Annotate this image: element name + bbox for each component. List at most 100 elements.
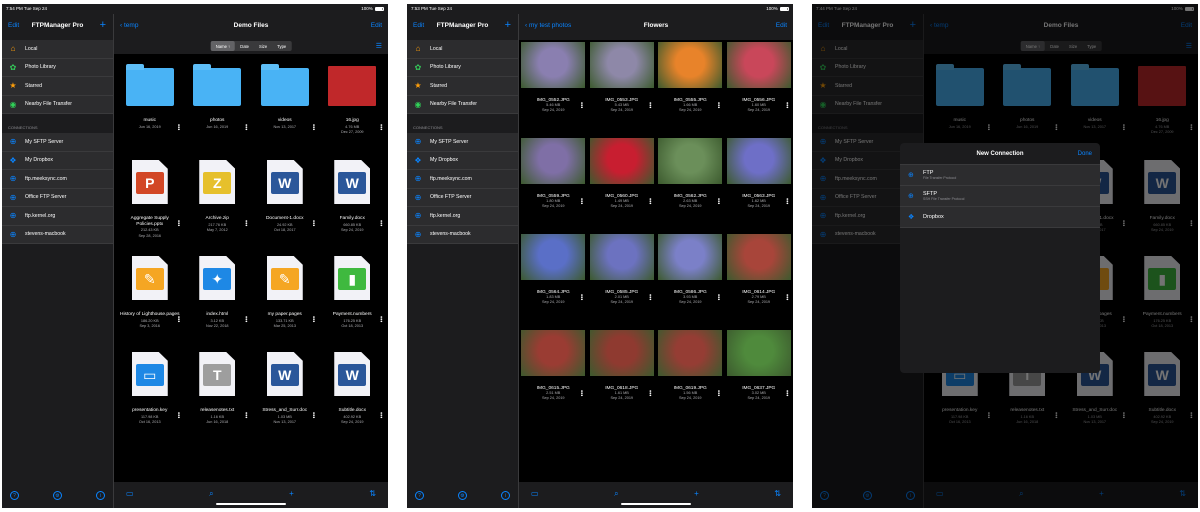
more-icon[interactable]: ••• [310,316,316,322]
list-view-icon[interactable]: ☰ [376,42,382,50]
sidebar-item[interactable]: ✿ Photo Library [407,59,518,77]
file-item[interactable]: musicJun 16, 2019 ••• [118,58,182,154]
more-icon[interactable]: ••• [310,124,316,130]
sidebar-item[interactable]: ★ Starred [407,77,518,96]
file-item[interactable]: ✦ index.html3.12 KBNov 22, 2018 ••• [186,250,250,346]
file-item[interactable]: videosNov 13, 2017 ••• [253,58,317,154]
connection-type-option[interactable]: ⊕ FTP File Transfer Protocol [900,165,1100,186]
file-item[interactable]: ▮ Payment.numbers176.25 KBOct 18, 2013 ••• [321,250,385,346]
more-icon[interactable]: ••• [578,198,584,204]
file-item[interactable]: Z Archive.zip217.76 KBMay 7, 2012 ••• [186,154,250,250]
edit-button[interactable]: Edit [371,22,382,29]
file-item[interactable]: photosJun 16, 2019 ••• [186,58,250,154]
connection-type-option[interactable]: ❖ Dropbox [900,207,1100,228]
sidebar-item-connection[interactable]: ⊕ ftp.kernel.org [2,207,113,226]
sidebar-item[interactable]: ◉ Nearby File Transfer [2,96,113,114]
search-icon[interactable]: ⌕ [209,489,213,501]
gear-icon[interactable]: ⚙ [53,491,62,500]
more-icon[interactable]: ••• [715,102,721,108]
file-item[interactable]: W Subtitle.docx402.92 KBSep 24, 2019 ••• [321,346,385,442]
file-item[interactable]: W Document-1.docx24.92 KBOct 18, 2017 ••• [253,154,317,250]
gear-icon[interactable]: ⚙ [458,491,467,500]
file-item[interactable]: 16.jpg4.76 MBDec 27, 2009 ••• [321,58,385,154]
more-icon[interactable]: ••• [783,390,789,396]
more-icon[interactable]: ••• [175,316,181,322]
more-icon[interactable]: ••• [377,124,383,130]
sidebar-toggle-icon[interactable]: ▭ [531,489,539,501]
file-item[interactable]: ✎ my paper.pages133.71 KBMar 25, 2013 ••• [253,250,317,346]
connection-type-option[interactable]: ⊕ SFTP SSH File Transfer Protocol [900,186,1100,207]
more-icon[interactable]: ••• [646,294,652,300]
sidebar-item-connection[interactable]: ❖ My Dropbox [2,152,113,170]
file-item[interactable]: P Aggregate Supply Policies.pptx212.43 KB… [118,154,182,250]
sidebar-toggle-icon[interactable]: ▭ [126,489,134,501]
photo-item[interactable]: IMG_0586.JPG 3.93 MB Sep 24, 2019 ••• [658,232,723,328]
more-icon[interactable]: ••• [783,198,789,204]
photo-item[interactable]: IMG_0562.JPG 2.63 MB Sep 24, 2019 ••• [658,136,723,232]
more-icon[interactable]: ••• [578,390,584,396]
add-file-icon[interactable]: + [694,489,699,501]
sort-icon[interactable]: ⇅ [369,489,376,501]
sidebar-item-connection[interactable]: ⊕ Office FTP Server [2,189,113,207]
more-icon[interactable]: ••• [242,316,248,322]
photo-item[interactable]: IMG_0553.JPG 5.43 MB Sep 24, 2019 ••• [589,40,655,136]
more-icon[interactable]: ••• [578,294,584,300]
more-icon[interactable]: ••• [377,316,383,322]
edit-button[interactable]: Edit [776,22,787,29]
file-item[interactable]: W Stress_and_Surr.doc1.03 MBNov 13, 2017 •… [253,346,317,442]
sidebar-item-connection[interactable]: ⊕ stevens-macbook [2,226,113,244]
sort-option[interactable]: Name ↑ [210,41,236,51]
more-icon[interactable]: ••• [175,220,181,226]
photo-item[interactable]: IMG_0618.JPG 1.61 MB Sep 24, 2019 ••• [589,328,655,424]
file-item[interactable]: ▭ presentation.key117.98 KBOct 16, 2013 ••… [118,346,182,442]
photo-item[interactable]: IMG_0555.JPG 1.66 MB Sep 24, 2019 ••• [658,40,723,136]
photo-item[interactable]: IMG_0564.JPG 1.83 MB Sep 24, 2019 ••• [521,232,586,328]
more-icon[interactable]: ••• [175,412,181,418]
add-icon[interactable]: + [505,19,511,31]
photo-item[interactable]: IMG_0585.JPG 2.01 MB Sep 24, 2019 ••• [589,232,655,328]
sort-icon[interactable]: ⇅ [774,489,781,501]
file-item[interactable]: Treleasenotes.txt1.16 KBJun 16, 2018 ••• [186,346,250,442]
photo-item[interactable]: IMG_0559.JPG 1.80 MB Sep 24, 2019 ••• [521,136,586,232]
info-icon[interactable]: i [96,491,105,500]
more-icon[interactable]: ••• [646,102,652,108]
sidebar-item-connection[interactable]: ⊕ ftp.kernel.org [407,207,518,226]
photo-item[interactable]: IMG_0560.JPG 1.49 MB Sep 24, 2019 ••• [589,136,655,232]
photo-item[interactable]: IMG_0614.JPG 2.79 MB Sep 24, 2019 ••• [726,232,792,328]
sidebar-item-connection[interactable]: ⊕ ftp.meeksync.com [407,170,518,189]
info-icon[interactable]: i [501,491,510,500]
more-icon[interactable]: ••• [783,294,789,300]
done-button[interactable]: Done [1078,151,1092,157]
more-icon[interactable]: ••• [783,102,789,108]
add-file-icon[interactable]: + [289,489,294,501]
sidebar-item-connection[interactable]: ⊕ ftp.meeksync.com [2,170,113,189]
more-icon[interactable]: ••• [715,294,721,300]
sidebar-item-connection[interactable]: ⊕ My SFTP Server [407,133,518,152]
sidebar-item[interactable]: ⌂ Local [2,40,113,59]
more-icon[interactable]: ••• [310,220,316,226]
add-icon[interactable]: + [100,19,106,31]
sort-option[interactable]: Size [254,41,272,51]
more-icon[interactable]: ••• [242,124,248,130]
sidebar-item-connection[interactable]: ⊕ My SFTP Server [2,133,113,152]
photo-item[interactable]: IMG_0619.JPG 1.56 MB Sep 24, 2019 ••• [658,328,723,424]
sidebar-item-connection[interactable]: ⊕ Office FTP Server [407,189,518,207]
photo-item[interactable]: IMG_0552.JPG 5.46 MB Sep 24, 2019 ••• [521,40,586,136]
more-icon[interactable]: ••• [715,198,721,204]
more-icon[interactable]: ••• [242,412,248,418]
sidebar-item-connection[interactable]: ❖ My Dropbox [407,152,518,170]
help-icon[interactable]: ? [10,491,19,500]
photo-item[interactable]: IMG_0563.JPG 1.62 MB Sep 24, 2019 ••• [726,136,792,232]
more-icon[interactable]: ••• [175,124,181,130]
sidebar-item[interactable]: ◉ Nearby File Transfer [407,96,518,114]
sidebar-item[interactable]: ★ Starred [2,77,113,96]
sidebar-item[interactable]: ✿ Photo Library [2,59,113,77]
more-icon[interactable]: ••• [715,390,721,396]
sidebar-item-connection[interactable]: ⊕ stevens-macbook [407,226,518,244]
sort-option[interactable]: Date [235,41,254,51]
more-icon[interactable]: ••• [310,412,316,418]
help-icon[interactable]: ? [415,491,424,500]
sort-option[interactable]: Type [272,41,291,51]
more-icon[interactable]: ••• [377,412,383,418]
file-item[interactable]: W Family.docx660.85 KBSep 24, 2019 ••• [321,154,385,250]
